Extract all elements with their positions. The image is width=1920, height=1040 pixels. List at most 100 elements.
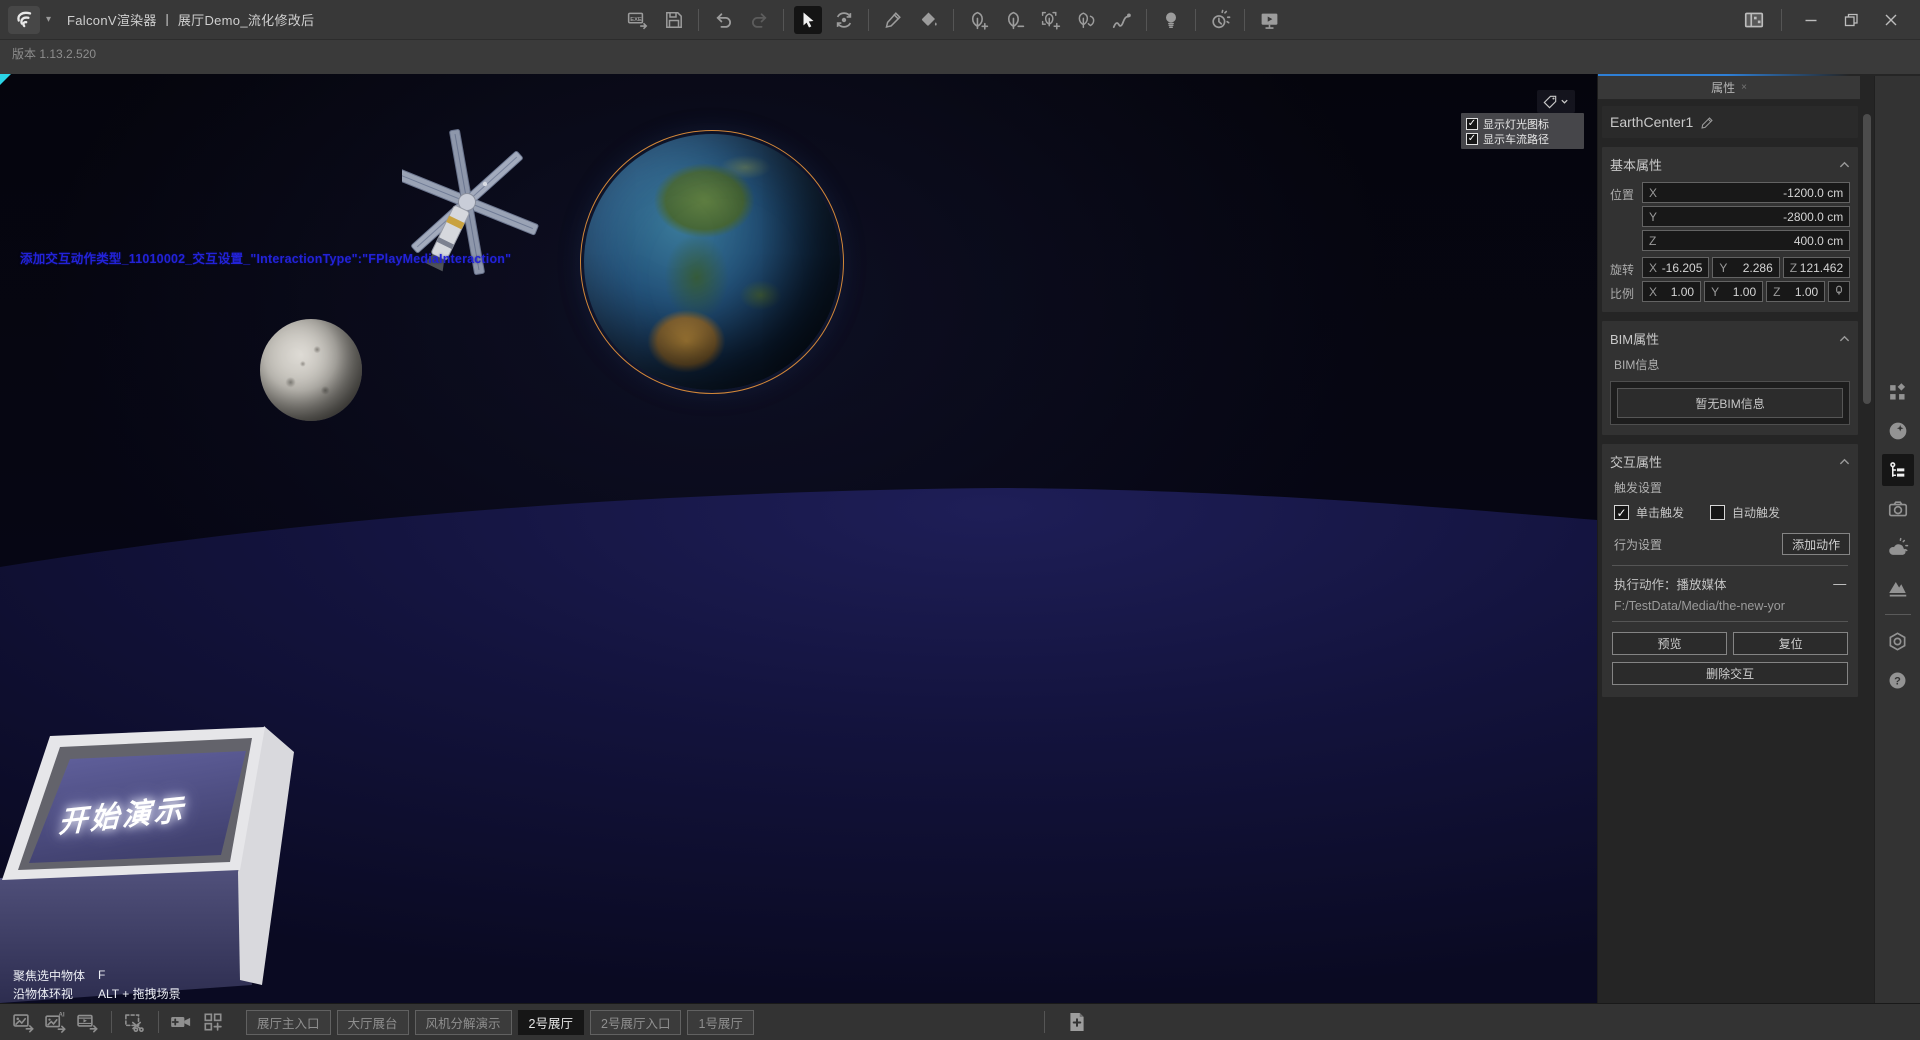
close-button[interactable] <box>1876 6 1906 34</box>
camera-icon[interactable] <box>1882 493 1914 525</box>
outliner-icon[interactable] <box>1882 454 1914 486</box>
crop-screenshot-icon[interactable] <box>119 1008 149 1036</box>
properties-tab-label: 属性 <box>1711 79 1735 96</box>
add-camera-icon[interactable] <box>166 1008 196 1036</box>
foliage-add-button[interactable] <box>964 6 992 34</box>
foliage-remove-button[interactable] <box>1000 6 1028 34</box>
kiosk-object[interactable] <box>0 722 300 1003</box>
reset-button[interactable]: 复位 <box>1733 632 1848 655</box>
main-toolbar: EXE <box>620 0 1287 40</box>
presentation-button[interactable] <box>1255 6 1283 34</box>
hint-shortcut: F <box>98 968 105 982</box>
tab-close-icon[interactable]: × <box>1741 82 1747 93</box>
scene-tab[interactable]: 风机分解演示 <box>415 1010 512 1035</box>
add-viewport-icon[interactable] <box>198 1008 228 1036</box>
position-x-field[interactable]: X -1200.0 cm <box>1642 182 1850 203</box>
settings-icon[interactable] <box>1882 625 1914 657</box>
collapse-action-button[interactable]: — <box>1833 576 1846 591</box>
terrain-icon[interactable] <box>1882 571 1914 603</box>
collapse-chevron-icon[interactable] <box>1839 458 1850 466</box>
tag-icon <box>1543 95 1557 109</box>
click-trigger-checkbox[interactable] <box>1614 505 1629 520</box>
scene-tab-active[interactable]: 2号展厅 <box>518 1010 584 1035</box>
export-image-ai-icon[interactable]: AI <box>40 1008 70 1036</box>
auto-trigger-checkbox[interactable] <box>1710 505 1725 520</box>
transform-gizmo-button[interactable] <box>830 6 858 34</box>
properties-tab[interactable]: 属性 × <box>1598 76 1860 100</box>
position-z-field[interactable]: Z 400.0 cm <box>1642 230 1850 251</box>
divider <box>1612 565 1848 566</box>
rotation-x-field[interactable]: X -16.205 <box>1642 257 1709 278</box>
scale-x-field[interactable]: X 1.00 <box>1642 281 1701 302</box>
toolbar-separator <box>868 9 869 31</box>
redo-button[interactable] <box>745 6 773 34</box>
minimize-button[interactable] <box>1796 6 1826 34</box>
paint-bucket-button[interactable] <box>915 6 943 34</box>
app-logo-icon <box>13 9 35 31</box>
scene-tabs: 展厅主入口 大厅展台 风机分解演示 2号展厅 2号展厅入口 1号展厅 <box>246 1010 754 1035</box>
satellite-object[interactable] <box>402 126 547 336</box>
save-button[interactable] <box>660 6 688 34</box>
display-options-button[interactable] <box>1537 90 1575 113</box>
behavior-settings-label: 行为设置 <box>1614 536 1662 553</box>
app-menu-button[interactable] <box>8 6 40 34</box>
add-scene-button[interactable] <box>1062 1008 1092 1036</box>
scene-tab[interactable]: 1号展厅 <box>687 1010 753 1035</box>
scene-tab[interactable]: 展厅主入口 <box>246 1010 331 1035</box>
section-title: 交互属性 <box>1610 452 1662 471</box>
section-title: 基本属性 <box>1610 155 1662 174</box>
collapse-chevron-icon[interactable] <box>1839 335 1850 343</box>
scene-tab[interactable]: 大厅展台 <box>337 1010 409 1035</box>
hint-shortcut: ALT + 拖拽场景 <box>98 985 181 1002</box>
version-label: 版本 1.13.2.520 <box>12 45 96 62</box>
checkbox-checked[interactable] <box>1466 133 1478 145</box>
collapse-chevron-icon[interactable] <box>1839 161 1850 169</box>
panel-scrollbar[interactable] <box>1860 76 1874 1003</box>
bottom-separator <box>111 1011 112 1033</box>
app-menu-chevron-icon[interactable]: ▾ <box>46 14 51 25</box>
scale-y-field[interactable]: Y 1.00 <box>1704 281 1763 302</box>
preview-button[interactable]: 预览 <box>1612 632 1727 655</box>
viewport-3d[interactable]: 添加交互动作类型_11010002_交互设置_"InteractionType"… <box>0 74 1597 1003</box>
publish-exe-button[interactable]: EXE <box>624 6 652 34</box>
export-image-icon[interactable] <box>8 1008 38 1036</box>
spline-tool-button[interactable] <box>1108 6 1136 34</box>
time-of-day-button[interactable] <box>1206 6 1234 34</box>
eyedropper-button[interactable] <box>879 6 907 34</box>
foliage-paint-button[interactable] <box>1072 6 1100 34</box>
add-action-button[interactable]: 添加动作 <box>1782 533 1850 555</box>
scrollbar-thumb[interactable] <box>1863 114 1871 404</box>
earth-object[interactable] <box>584 134 840 390</box>
help-icon[interactable]: ? <box>1882 664 1914 696</box>
delete-interaction-button[interactable]: 删除交互 <box>1612 662 1848 685</box>
toolbar-separator <box>1781 9 1782 31</box>
svg-text:?: ? <box>1894 675 1901 687</box>
moon-object[interactable] <box>260 319 362 421</box>
properties-panel: 属性 × EarthCenter1 <box>1598 76 1860 1003</box>
rotation-z-field[interactable]: Z 121.462 <box>1783 257 1850 278</box>
scene-tab[interactable]: 2号展厅入口 <box>590 1010 681 1035</box>
option-label: 显示灯光图标 <box>1483 116 1549 132</box>
foliage-select-button[interactable] <box>1036 6 1064 34</box>
widgets-icon[interactable] <box>1882 376 1914 408</box>
viewport-corner-marker <box>0 74 11 85</box>
scale-link-icon[interactable] <box>1828 281 1850 302</box>
environment-sphere-icon[interactable] <box>1882 415 1914 447</box>
restore-button[interactable] <box>1836 6 1866 34</box>
export-video-icon[interactable] <box>72 1008 102 1036</box>
weather-icon[interactable] <box>1882 532 1914 564</box>
checkbox-checked[interactable] <box>1466 118 1478 130</box>
position-y-field[interactable]: Y -2800.0 cm <box>1642 206 1850 227</box>
layout-grid-button[interactable] <box>1739 6 1769 34</box>
select-tool-button[interactable] <box>794 6 822 34</box>
undo-button[interactable] <box>709 6 737 34</box>
right-dock: ? <box>1874 76 1920 1003</box>
option-show-traffic-paths[interactable]: 显示车流路径 <box>1461 131 1584 146</box>
option-show-light-icons[interactable]: 显示灯光图标 <box>1461 116 1584 131</box>
rename-pencil-icon[interactable] <box>1701 116 1714 129</box>
scale-z-field[interactable]: Z 1.00 <box>1766 281 1825 302</box>
rotation-y-field[interactable]: Y 2.286 <box>1712 257 1779 278</box>
right-side: 属性 × EarthCenter1 <box>1597 74 1920 1003</box>
light-button[interactable] <box>1157 6 1185 34</box>
toolbar-separator <box>698 9 699 31</box>
